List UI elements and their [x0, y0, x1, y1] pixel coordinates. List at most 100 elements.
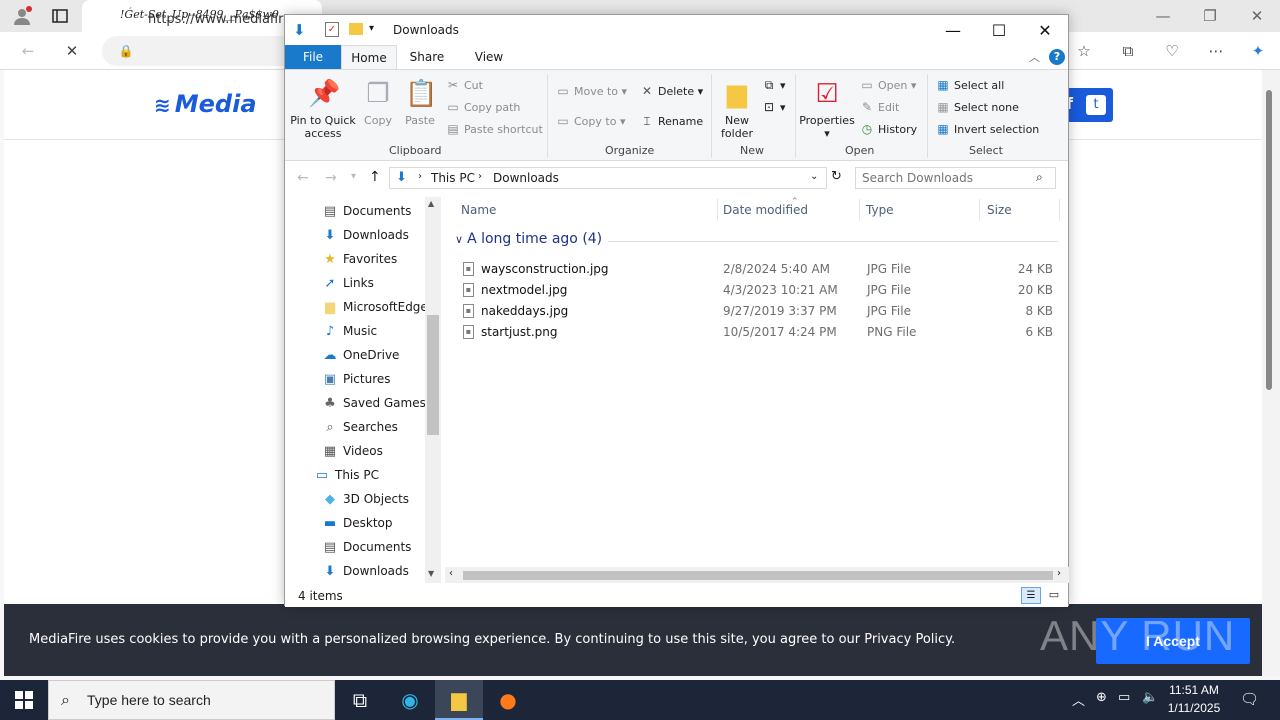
invert-selection-button[interactable]: ▦ Invert selection — [935, 122, 1039, 136]
new-folder-button[interactable]: ▆ New folder — [717, 78, 757, 140]
tab-view[interactable]: View — [467, 45, 511, 69]
file-row[interactable]: ▪ nakeddays.jpg 9/27/2019 3:37 PM JPG File 8… — [459, 301, 1059, 322]
up-icon[interactable]: ↑ — [369, 169, 381, 185]
edge-icon[interactable]: ◉ — [386, 680, 434, 720]
mediafire-logo[interactable]: ≋ Media — [154, 90, 257, 118]
stop-loading-icon[interactable]: ✕ — [62, 41, 82, 61]
easy-access-button[interactable]: ⊡ ▾ — [761, 100, 786, 114]
close-icon[interactable]: ✕ — [1022, 15, 1068, 45]
browser-close-icon[interactable]: ✕ — [1247, 6, 1267, 26]
group-header[interactable]: ∨ A long time ago (4) — [455, 231, 602, 247]
collapse-ribbon-icon[interactable]: ︿ — [1029, 49, 1040, 65]
paste-shortcut-button[interactable]: ▤ Paste shortcut — [445, 122, 542, 136]
horizontal-scroll-thumb[interactable] — [463, 571, 1053, 580]
nav-scroll-up-icon[interactable]: ▲ — [428, 199, 434, 208]
nav-item-documents[interactable]: ▤ Documents — [321, 535, 412, 559]
copy-path-button[interactable]: ▭ Copy path — [445, 100, 520, 114]
folder-quick-icon[interactable] — [349, 23, 363, 35]
nav-item-documents[interactable]: ▤ Documents — [321, 199, 412, 223]
file-row[interactable]: ▪ startjust.png 10/5/2017 4:24 PM PNG File 6… — [459, 322, 1059, 343]
maximize-icon[interactable]: ☐ — [976, 15, 1022, 45]
clock-date[interactable]: 1/11/2025 — [1166, 701, 1222, 715]
taskbar-search-placeholder[interactable]: Type here to search — [87, 692, 211, 708]
rename-button[interactable]: ⌶ Rename — [639, 114, 703, 129]
firefox-icon[interactable]: ● — [484, 680, 532, 720]
explorer-title-bar[interactable]: ⬇ ✓ ▾ Downloads — ☐ ✕ — [285, 15, 1068, 45]
file-row[interactable]: ▪ nextmodel.jpg 4/3/2023 10:21 AM JPG File 2… — [459, 280, 1059, 301]
nav-item-searches[interactable]: ⌕ Searches — [321, 415, 398, 439]
edit-button[interactable]: ✎ Edit — [859, 100, 899, 114]
tray-chevron-icon[interactable]: ︿ — [1072, 690, 1085, 709]
cut-button[interactable]: ✂ Cut — [445, 78, 483, 92]
select-none-button[interactable]: ▦ Select none — [935, 100, 1019, 114]
move-to-button[interactable]: ▭ Move to ▾ — [555, 84, 627, 98]
chevron-down-icon[interactable]: ∨ — [455, 233, 463, 246]
quick-access-dropdown-icon[interactable]: ▾ — [369, 23, 374, 34]
column-divider[interactable] — [1059, 199, 1060, 221]
nav-item-downloads[interactable]: ⬇ Downloads — [321, 559, 409, 583]
paste-button[interactable]: 📋 Paste — [401, 78, 439, 127]
open-button[interactable]: ▭ Open ▾ — [859, 78, 916, 92]
back-icon[interactable]: ← — [297, 170, 309, 186]
copilot-icon[interactable]: ✦ — [1248, 41, 1268, 61]
scroll-left-icon[interactable]: ‹ — [449, 568, 453, 579]
nav-item-links[interactable]: ➚ Links — [321, 271, 374, 295]
column-type[interactable]: Type — [866, 203, 894, 217]
tray-app-icon[interactable]: ⊕ — [1096, 690, 1107, 705]
file-row[interactable]: ▪ waysconstruction.jpg 2/8/2024 5:40 AM JPG… — [459, 259, 1059, 280]
nav-item-downloads[interactable]: ⬇ Downloads — [321, 223, 409, 247]
lock-icon[interactable]: 🔒 — [116, 41, 136, 61]
tab-file[interactable]: File — [285, 45, 341, 69]
column-size[interactable]: Size — [987, 203, 1012, 217]
more-menu-icon[interactable]: ⋯ — [1206, 41, 1226, 61]
column-name[interactable]: Name — [461, 203, 496, 217]
column-divider[interactable] — [859, 199, 860, 221]
profile-icon[interactable] — [12, 6, 32, 26]
scroll-right-icon[interactable]: › — [1057, 568, 1061, 579]
column-divider[interactable] — [979, 199, 980, 221]
tab-share[interactable]: Share — [405, 45, 449, 69]
nav-item-this-pc[interactable]: ▭ This PC — [313, 463, 379, 487]
breadcrumb[interactable]: ⬇ › This PC › Downloads ⌄ — [389, 167, 827, 189]
minimize-icon[interactable]: — — [930, 15, 976, 45]
properties-button[interactable]: ☑ Properties ▾ — [799, 78, 855, 140]
page-scroll-thumb[interactable] — [1266, 90, 1272, 390]
recent-locations-icon[interactable]: ▾ — [351, 171, 356, 182]
search-input[interactable] — [862, 171, 1032, 185]
tab-actions-icon[interactable] — [50, 6, 70, 26]
favorites-star-icon[interactable]: ☆ — [1074, 41, 1094, 61]
new-item-button[interactable]: ⧉ ▾ — [761, 78, 786, 93]
pin-quick-access-button[interactable]: 📌 Pin to Quick access — [289, 78, 357, 140]
history-button[interactable]: ◷ History — [859, 122, 917, 136]
back-icon[interactable]: ← — [18, 41, 38, 61]
network-icon[interactable]: ▭ — [1118, 690, 1130, 705]
nav-item-microsoftedge[interactable]: ▆ MicrosoftEdge — [321, 295, 428, 319]
browser-minimize-icon[interactable]: — — [1153, 6, 1173, 26]
delete-button[interactable]: ✕ Delete ▾ — [639, 84, 703, 98]
details-view-icon[interactable]: ☰ — [1021, 587, 1041, 604]
column-divider[interactable] — [717, 199, 718, 221]
collections-icon[interactable]: ⧉ — [1118, 41, 1138, 61]
clock-time[interactable]: 11:51 AM — [1168, 683, 1220, 697]
volume-icon[interactable]: 🔈 — [1142, 690, 1158, 705]
nav-item-favorites[interactable]: ★ Favorites — [321, 247, 397, 271]
forward-icon[interactable]: → — [325, 170, 337, 186]
browser-essentials-icon[interactable]: ♡ — [1162, 41, 1182, 61]
tab-home[interactable]: Home — [341, 45, 397, 69]
browser-restore-icon[interactable]: ❐ — [1200, 6, 1220, 26]
crumb-downloads[interactable]: Downloads — [493, 171, 559, 185]
url-text[interactable]: https://www.mediafire — [148, 12, 291, 27]
nav-scroll-thumb[interactable] — [427, 315, 439, 435]
refresh-icon[interactable]: ↻ — [831, 169, 842, 184]
search-box[interactable]: ⌕ — [855, 167, 1056, 189]
nav-item-onedrive[interactable]: ☁ OneDrive — [321, 343, 400, 367]
copy-button[interactable]: ❐ Copy — [361, 78, 395, 127]
select-all-button[interactable]: ▦ Select all — [935, 78, 1004, 92]
file-explorer-taskbar-icon[interactable]: ▆ — [435, 680, 483, 720]
nav-item-desktop[interactable]: ▬ Desktop — [321, 511, 393, 535]
nav-item-saved-games[interactable]: ♣ Saved Games — [321, 391, 426, 415]
copy-to-button[interactable]: ▭ Copy to ▾ — [555, 114, 625, 128]
task-view-icon[interactable]: ⧉ — [336, 680, 384, 720]
nav-item-videos[interactable]: ▦ Videos — [321, 439, 383, 463]
nav-item-3d-objects[interactable]: ◆ 3D Objects — [321, 487, 409, 511]
